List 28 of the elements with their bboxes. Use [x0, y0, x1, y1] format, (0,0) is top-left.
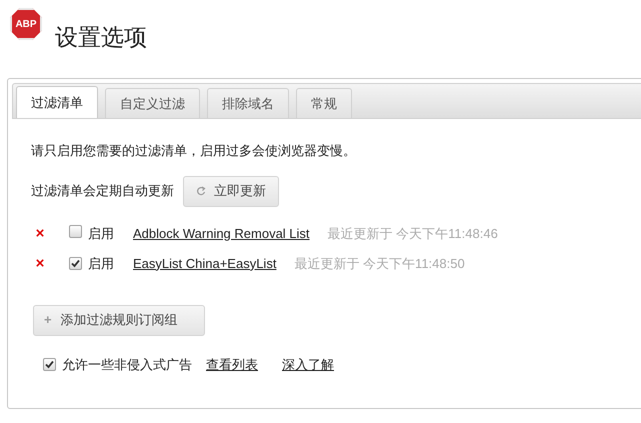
info-link[interactable]: 深入了解 [282, 354, 334, 374]
acceptable-ads-label: 允许一些非侵入式广告 [62, 356, 192, 374]
checkmark-icon [45, 360, 54, 369]
tab[interactable]: 过滤清单 [16, 86, 98, 118]
update-status: 最近更新于 今天下午11:48:46 [328, 224, 498, 243]
filter-link[interactable]: Adblock Warning Removal List [133, 224, 310, 244]
enable-label: 启用 [88, 254, 114, 273]
update-button[interactable]: 立即更新 [183, 176, 279, 206]
filter-link[interactable]: EasyList China+EasyList [133, 254, 276, 274]
tab[interactable]: 排除域名 [207, 88, 289, 118]
checkmark-icon [71, 258, 80, 268]
plus-icon: + [44, 310, 52, 330]
tab[interactable]: 常规 [296, 88, 352, 118]
update-status: 最近更新于 今天下午11:48:50 [294, 254, 465, 273]
remove-button[interactable]: × [33, 226, 47, 241]
tab[interactable]: 自定义过滤 [105, 88, 200, 118]
checkbox[interactable] [43, 358, 56, 371]
page-title: 设置选项 [55, 26, 147, 49]
checkbox[interactable] [69, 224, 82, 238]
add-subscription-button[interactable]: + 添加过滤规则订阅组 [33, 304, 205, 336]
remove-button[interactable]: × [33, 256, 47, 271]
checkbox[interactable] [69, 256, 82, 270]
intro-text: 请只启用您需要的过滤清单，启用过多会使浏览器变慢。 [31, 142, 357, 160]
update-label: 过滤清单会定期自动更新 [31, 182, 174, 200]
info-link[interactable]: 查看列表 [206, 354, 258, 374]
logo: ABP [10, 8, 42, 40]
refresh-icon [196, 186, 206, 196]
enable-label: 启用 [88, 224, 114, 243]
